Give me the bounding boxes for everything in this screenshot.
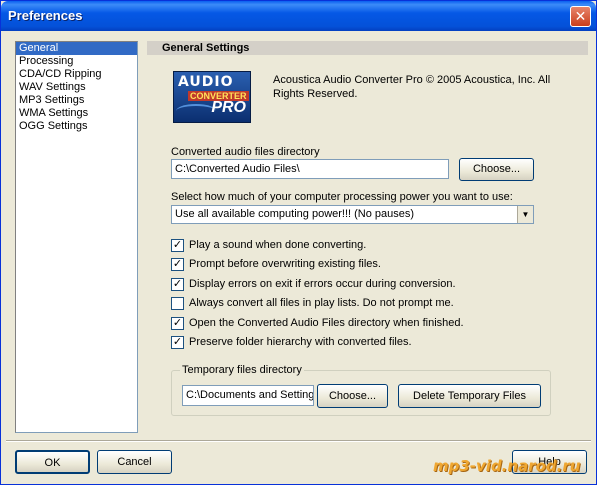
title-bar[interactable]: Preferences ✕ — [1, 1, 596, 31]
cancel-button[interactable]: Cancel — [97, 450, 172, 474]
option-display-errors-label: Display errors on exit if errors occur d… — [189, 278, 456, 290]
close-icon: ✕ — [574, 8, 587, 24]
preferences-window: Preferences ✕ General Processing CDA/CD … — [0, 0, 597, 485]
sidebar-item-processing[interactable]: Processing — [16, 55, 137, 68]
checkbox-preserve-hierarchy[interactable]: ✓ — [171, 336, 184, 349]
option-prompt-overwrite-label: Prompt before overwriting existing files… — [189, 258, 381, 270]
copyright-text: Acoustica Audio Converter Pro © 2005 Aco… — [273, 74, 551, 100]
logo-line-audio: AUDIO — [178, 74, 234, 90]
checkbox-prompt-overwrite[interactable]: ✓ — [171, 258, 184, 271]
general-settings-panel: General Settings AUDIO CONVERTER PRO Aco… — [147, 41, 588, 433]
sound-wave-graphic — [176, 104, 216, 118]
cpu-usage-select[interactable]: Use all available computing power!!! (No… — [171, 205, 534, 224]
choose-temp-dir-button[interactable]: Choose... — [317, 384, 388, 408]
window-title: Preferences — [8, 8, 83, 23]
sidebar-item-cd-ripping[interactable]: CDA/CD Ripping — [16, 68, 137, 81]
cpu-usage-label: Select how much of your computer process… — [171, 191, 513, 203]
option-preserve-hierarchy-label: Preserve folder hierarchy with converted… — [189, 336, 412, 348]
output-dir-field[interactable]: C:\Converted Audio Files\ — [171, 159, 449, 179]
footer-separator — [6, 440, 591, 442]
logo-line-pro: PRO — [211, 99, 246, 116]
close-button[interactable]: ✕ — [570, 6, 591, 27]
section-header: General Settings — [147, 41, 588, 55]
output-dir-label: Converted audio files directory — [171, 146, 320, 158]
temp-files-group-title: Temporary files directory — [180, 364, 304, 376]
option-convert-playlists-label: Always convert all files in play lists. … — [189, 297, 454, 309]
temp-files-group: Temporary files directory C:\Documents a… — [171, 364, 551, 416]
sidebar-item-mp3-settings[interactable]: MP3 Settings — [16, 94, 137, 107]
category-list[interactable]: General Processing CDA/CD Ripping WAV Se… — [15, 41, 138, 433]
sidebar-item-ogg-settings[interactable]: OGG Settings — [16, 120, 137, 133]
sidebar-item-general[interactable]: General — [16, 42, 137, 55]
option-open-directory-label: Open the Converted Audio Files directory… — [189, 317, 464, 329]
checkbox-play-sound[interactable]: ✓ — [171, 239, 184, 252]
checkbox-display-errors[interactable]: ✓ — [171, 278, 184, 291]
temp-dir-field[interactable]: C:\Documents and Setting — [182, 385, 314, 406]
dropdown-arrow-icon[interactable]: ▼ — [517, 206, 533, 223]
sidebar-item-wma-settings[interactable]: WMA Settings — [16, 107, 137, 120]
watermark-text: mp3-vid.narod.ru — [433, 457, 581, 475]
delete-temp-files-button[interactable]: Delete Temporary Files — [398, 384, 541, 408]
checkbox-convert-playlists[interactable] — [171, 297, 184, 310]
sidebar-item-wav-settings[interactable]: WAV Settings — [16, 81, 137, 94]
ok-button[interactable]: OK — [15, 450, 90, 474]
choose-output-dir-button[interactable]: Choose... — [459, 158, 534, 181]
cpu-usage-value: Use all available computing power!!! (No… — [175, 208, 415, 220]
checkbox-open-directory[interactable]: ✓ — [171, 317, 184, 330]
option-play-sound-label: Play a sound when done converting. — [189, 239, 367, 251]
audio-converter-pro-logo: AUDIO CONVERTER PRO — [173, 71, 251, 123]
